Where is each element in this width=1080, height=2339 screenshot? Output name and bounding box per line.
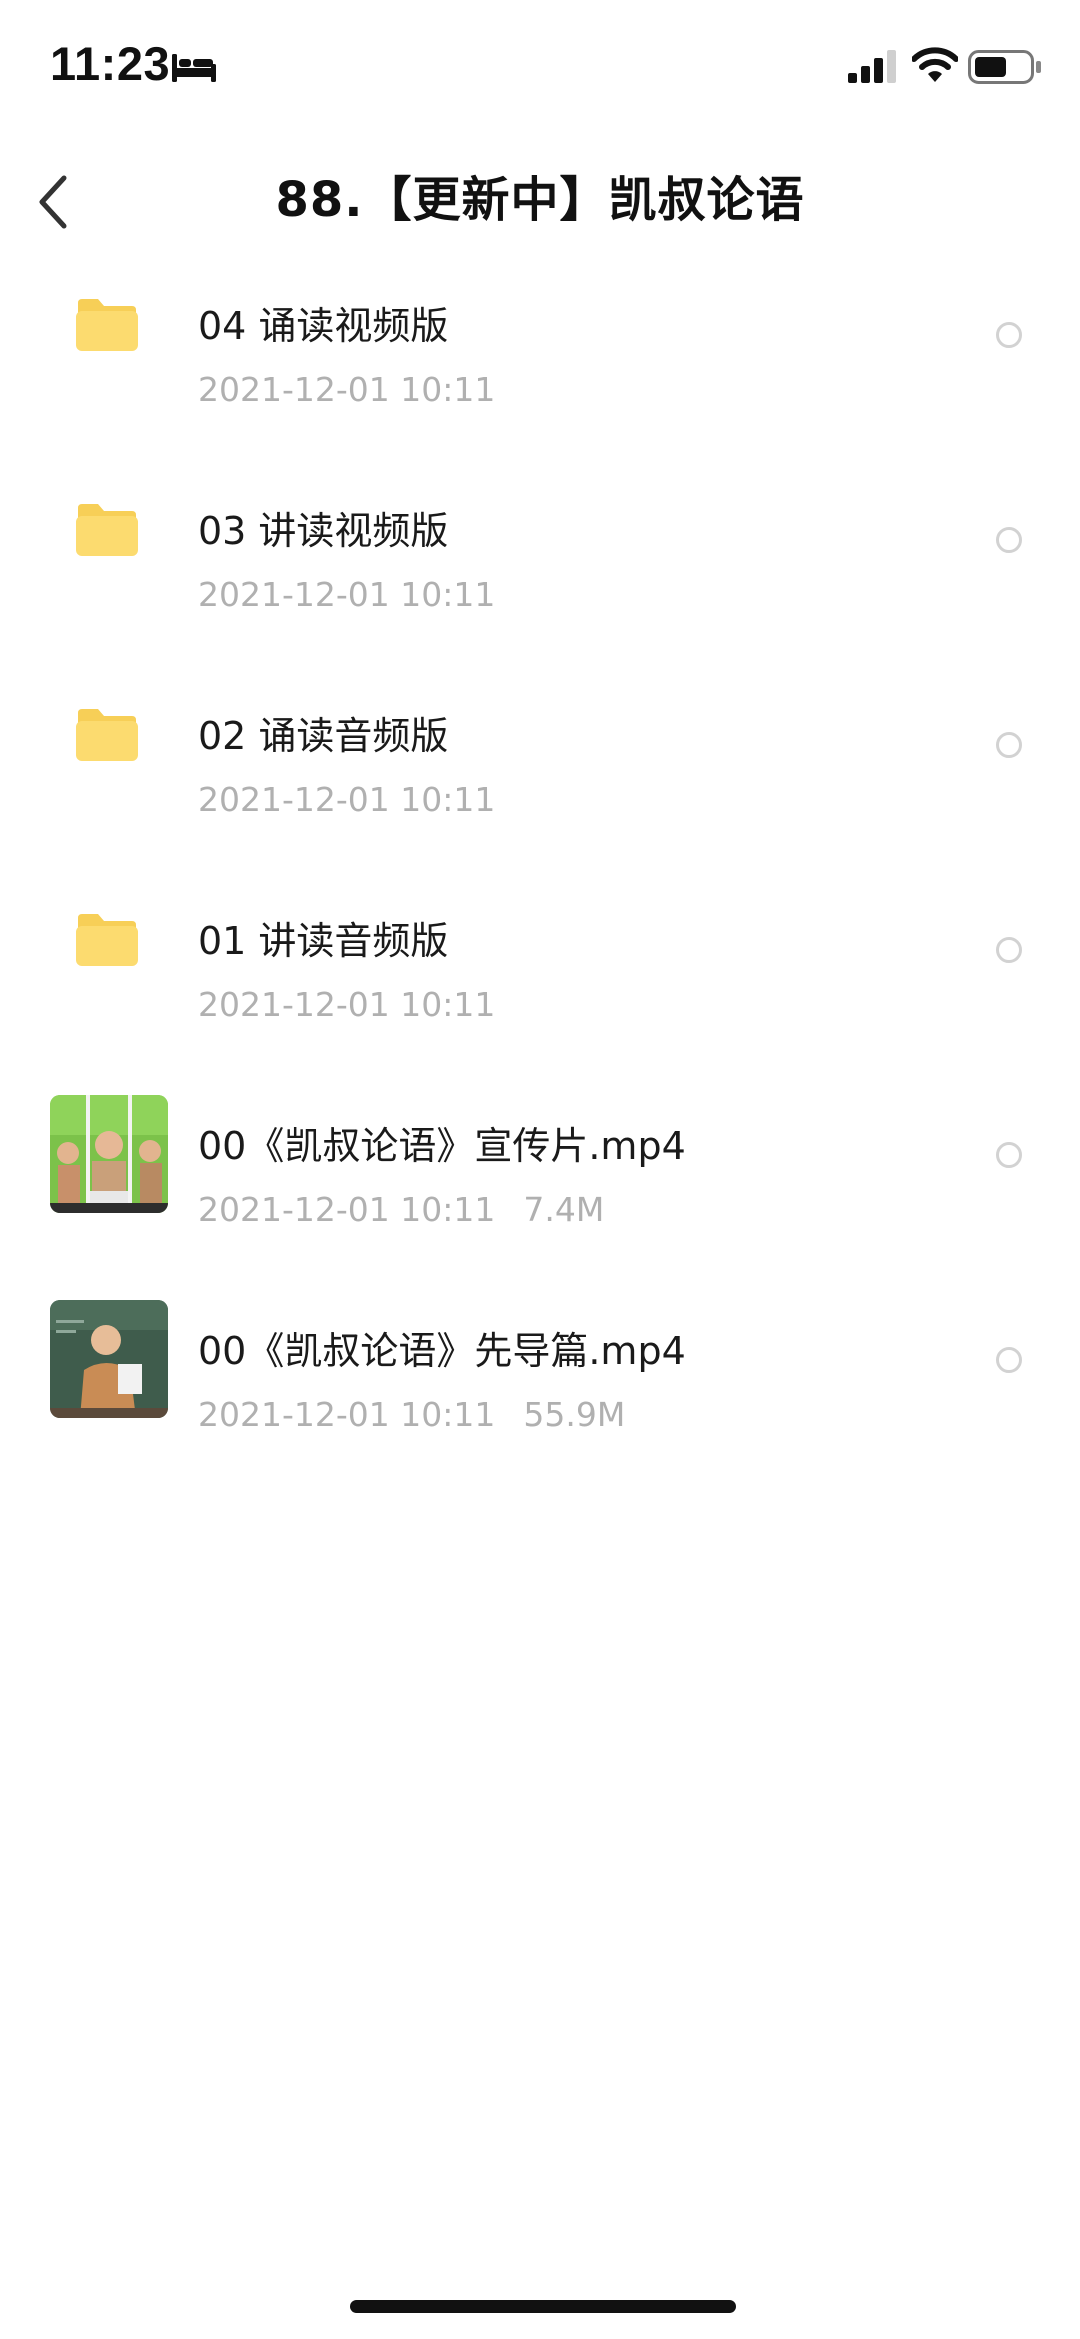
status-time: 11:23 (50, 37, 171, 90)
file-name: 04 诵读视频版 (198, 304, 449, 348)
file-date: 2021-12-01 10:11 (198, 370, 496, 409)
folder-row[interactable]: 01 讲读音频版 2021-12-01 10:11 (0, 890, 1080, 1095)
file-date: 2021-12-01 10:11 (198, 1395, 496, 1434)
file-name: 01 讲读音频版 (198, 919, 449, 963)
navigation-bar: 88.【更新中】凯叔论语 (0, 130, 1080, 260)
bed-icon (170, 50, 218, 84)
select-radio[interactable] (996, 732, 1022, 758)
video-thumbnail (50, 1300, 168, 1418)
folder-row[interactable]: 03 讲读视频版 2021-12-01 10:11 (0, 480, 1080, 685)
folder-row[interactable]: 04 诵读视频版 2021-12-01 10:11 (0, 275, 1080, 480)
file-name: 00《凯叔论语》先导篇.mp4 (198, 1329, 686, 1373)
file-date: 2021-12-01 10:11 (198, 1190, 496, 1229)
file-size: 55.9M (523, 1395, 626, 1434)
folder-icon (50, 890, 168, 1008)
status-bar: 11:23 (0, 0, 1080, 130)
file-meta: 2021-12-01 10:11 (198, 370, 495, 409)
file-name: 00《凯叔论语》宣传片.mp4 (198, 1124, 686, 1168)
file-meta: 2021-12-01 10:11 (198, 575, 495, 614)
video-file-row[interactable]: 00《凯叔论语》宣传片.mp4 2021-12-01 10:11 7.4M (0, 1095, 1080, 1300)
home-indicator[interactable] (350, 2300, 736, 2313)
file-size: 7.4M (523, 1190, 605, 1229)
file-name: 03 讲读视频版 (198, 509, 449, 553)
file-name: 02 诵读音频版 (198, 714, 449, 758)
select-radio[interactable] (996, 322, 1022, 348)
folder-icon (50, 275, 168, 393)
select-radio[interactable] (996, 1142, 1022, 1168)
folder-icon (50, 480, 168, 598)
file-list: 04 诵读视频版 2021-12-01 10:11 03 讲读视频版 2021-… (0, 275, 1080, 1505)
file-date: 2021-12-01 10:11 (198, 780, 496, 819)
file-meta: 2021-12-01 10:11 (198, 985, 495, 1024)
folder-row[interactable]: 02 诵读音频版 2021-12-01 10:11 (0, 685, 1080, 890)
select-radio[interactable] (996, 1347, 1022, 1373)
file-meta: 2021-12-01 10:11 55.9M (198, 1395, 625, 1434)
file-date: 2021-12-01 10:11 (198, 575, 496, 614)
select-radio[interactable] (996, 937, 1022, 963)
video-thumbnail (50, 1095, 168, 1213)
file-meta: 2021-12-01 10:11 7.4M (198, 1190, 604, 1229)
select-radio[interactable] (996, 527, 1022, 553)
file-meta: 2021-12-01 10:11 (198, 780, 495, 819)
battery-icon (968, 50, 1042, 84)
folder-icon (50, 685, 168, 803)
signal-icon (848, 50, 900, 84)
page-title: 88.【更新中】凯叔论语 (275, 172, 805, 228)
file-date: 2021-12-01 10:11 (198, 985, 496, 1024)
wifi-icon (911, 46, 959, 84)
video-file-row[interactable]: 00《凯叔论语》先导篇.mp4 2021-12-01 10:11 55.9M (0, 1300, 1080, 1505)
